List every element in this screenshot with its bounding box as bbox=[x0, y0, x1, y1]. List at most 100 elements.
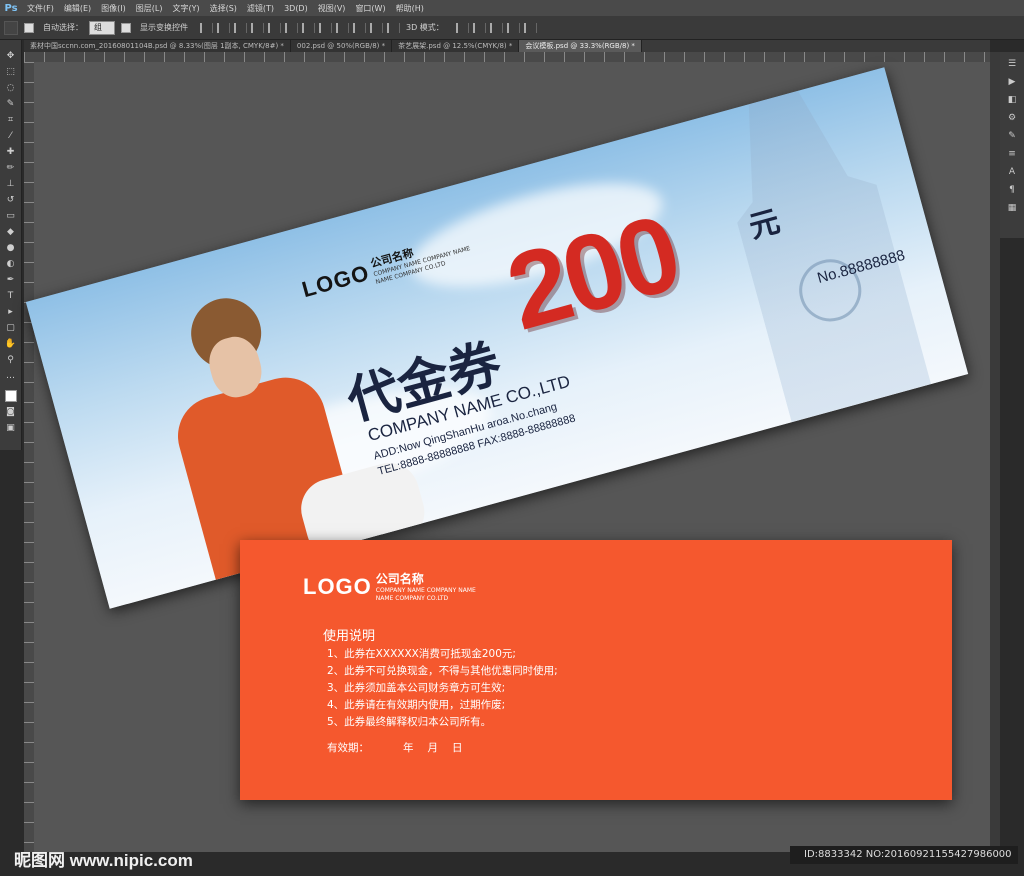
collapsed-panels: ☰ ▶ ◧ ⚙ ✎ ≡ A ¶ ▦ bbox=[1000, 52, 1024, 238]
watermark: 昵图网 www.nipic.com bbox=[14, 851, 193, 870]
quick-select-tool-icon[interactable]: ✎ bbox=[5, 98, 17, 110]
image-id-bar: ID:8833342 NO:20160921155427986000 bbox=[790, 846, 1018, 864]
validity-year: 年 bbox=[403, 742, 414, 754]
brush-panel-icon[interactable]: ✎ bbox=[1006, 130, 1018, 142]
tab-document-4[interactable]: 会议模板.psd @ 33.3%(RGB/8) * bbox=[519, 40, 642, 52]
menu-edit[interactable]: 编辑(E) bbox=[59, 3, 96, 14]
show-transform-label: 显示变换控件 bbox=[140, 23, 188, 32]
list-item: 1、此券在XXXXXX消费可抵现金200元; bbox=[327, 648, 516, 660]
validity-row: 有效期： 年 月 日 bbox=[327, 740, 463, 755]
move-tool-preset-icon[interactable] bbox=[4, 20, 18, 35]
path-select-tool-icon[interactable]: ▸ bbox=[5, 306, 17, 318]
align-vcenter-icon[interactable] bbox=[217, 22, 230, 33]
tab-document-1[interactable]: 素材中国sccnn.com_20160801104B.psd @ 8.33%(图… bbox=[24, 40, 291, 52]
mode-3d-label: 3D 模式： bbox=[406, 23, 444, 32]
properties-panel-icon[interactable]: ≡ bbox=[1006, 148, 1018, 160]
eyedropper-tool-icon[interactable]: ⁄ bbox=[5, 130, 17, 142]
menu-3d[interactable]: 3D(D) bbox=[279, 4, 313, 13]
validity-label: 有效期： bbox=[327, 742, 369, 754]
blur-tool-icon[interactable]: ● bbox=[5, 242, 17, 254]
quick-mask-icon[interactable]: ◙ bbox=[5, 406, 17, 418]
menu-select[interactable]: 选择(S) bbox=[205, 3, 242, 14]
menu-help[interactable]: 帮助(H) bbox=[391, 3, 429, 14]
align-top-icon[interactable] bbox=[200, 22, 213, 33]
character-panel-icon[interactable]: A bbox=[1006, 166, 1018, 178]
photoshop-logo-icon: Ps bbox=[4, 2, 18, 14]
distribute-top-icon[interactable] bbox=[302, 22, 315, 33]
stamp-tool-icon[interactable]: ⊥ bbox=[5, 178, 17, 190]
logo-text: LOGO bbox=[299, 259, 373, 303]
shape-tool-icon[interactable]: ▢ bbox=[5, 322, 17, 334]
crop-tool-icon[interactable]: ⌗ bbox=[5, 114, 17, 126]
actions-panel-icon[interactable]: ▶ bbox=[1006, 76, 1018, 88]
dodge-tool-icon[interactable]: ◐ bbox=[5, 258, 17, 270]
show-transform-checkbox[interactable] bbox=[121, 22, 131, 33]
menu-layer[interactable]: 图层(L) bbox=[131, 3, 168, 14]
instructions-list: 1、此券在XXXXXX消费可抵现金200元; 2、此券不可兑换现金，不得与其他优… bbox=[327, 646, 558, 731]
tab-document-3[interactable]: 茶艺展架.psd @ 12.5%(CMYK/8) * bbox=[392, 40, 520, 52]
align-left-icon[interactable] bbox=[251, 22, 264, 33]
validity-month: 月 bbox=[427, 742, 439, 754]
tab-document-2[interactable]: 002.psd @ 50%(RGB/8) * bbox=[290, 40, 393, 52]
slide-3d-icon[interactable] bbox=[506, 22, 520, 33]
move-tool-icon[interactable]: ✥ bbox=[5, 50, 17, 62]
vertical-scrollbar[interactable] bbox=[990, 52, 1000, 852]
type-tool-icon[interactable]: T bbox=[5, 290, 17, 302]
roll-3d-icon[interactable] bbox=[472, 22, 486, 33]
back-logo: LOGO 公司名称 COMPANY NAME COMPANY NAME NAME… bbox=[303, 570, 476, 603]
color-panel-icon[interactable]: ◧ bbox=[1006, 94, 1018, 106]
healing-tool-icon[interactable]: ✚ bbox=[5, 146, 17, 158]
company-name-cn: 公司名称 bbox=[375, 572, 424, 586]
marquee-tool-icon[interactable]: ⬚ bbox=[5, 66, 17, 78]
distribute-hcenter-icon[interactable] bbox=[370, 22, 383, 33]
document-tabs: 素材中国sccnn.com_20160801104B.psd @ 8.33%(图… bbox=[24, 40, 990, 52]
menu-image[interactable]: 图像(I) bbox=[96, 3, 131, 14]
mode-3d-buttons bbox=[455, 22, 537, 33]
logo-text: LOGO bbox=[303, 573, 372, 599]
menu-file[interactable]: 文件(F) bbox=[22, 3, 59, 14]
lasso-tool-icon[interactable]: ◌ bbox=[5, 82, 17, 94]
more-tools-icon[interactable]: … bbox=[5, 370, 17, 382]
instructions-title: 使用说明 bbox=[323, 629, 376, 644]
paragraph-panel-icon[interactable]: ¶ bbox=[1006, 184, 1018, 196]
pan-3d-icon[interactable] bbox=[489, 22, 503, 33]
adjustments-panel-icon[interactable]: ⚙ bbox=[1006, 112, 1018, 124]
auto-select-dropdown[interactable]: 组 bbox=[89, 20, 115, 35]
tools-panel: ✥ ⬚ ◌ ✎ ⌗ ⁄ ✚ ✏ ⊥ ↺ ▭ ◆ ● ◐ ✒ T ▸ ▢ ✋ ⚲ … bbox=[0, 40, 22, 450]
distribute-vcenter-icon[interactable] bbox=[319, 22, 332, 33]
voucher-back: LOGO 公司名称 COMPANY NAME COMPANY NAME NAME… bbox=[240, 540, 952, 800]
foreground-color-swatch[interactable] bbox=[4, 390, 17, 402]
list-item: 3、此券须加盖本公司财务章方可生效; bbox=[327, 682, 506, 694]
vertical-ruler bbox=[24, 62, 34, 852]
distribute-bottom-icon[interactable] bbox=[336, 22, 349, 33]
history-panel-icon[interactable]: ☰ bbox=[1006, 58, 1018, 70]
scale-3d-icon[interactable] bbox=[523, 22, 537, 33]
auto-select-label: 自动选择： bbox=[43, 23, 83, 32]
hand-tool-icon[interactable]: ✋ bbox=[5, 338, 17, 350]
distribute-right-icon[interactable] bbox=[387, 22, 400, 33]
history-brush-tool-icon[interactable]: ↺ bbox=[5, 194, 17, 206]
menu-filter[interactable]: 滤镜(T) bbox=[242, 3, 279, 14]
3d-panel-icon[interactable]: ▦ bbox=[1006, 202, 1018, 214]
list-item: 4、此券请在有效期内使用，过期作废; bbox=[327, 699, 506, 711]
zoom-tool-icon[interactable]: ⚲ bbox=[5, 354, 17, 366]
pen-tool-icon[interactable]: ✒ bbox=[5, 274, 17, 286]
menu-view[interactable]: 视图(V) bbox=[313, 3, 351, 14]
list-item: 2、此券不可兑换现金，不得与其他优惠同时使用; bbox=[327, 665, 558, 677]
menu-window[interactable]: 窗口(W) bbox=[350, 3, 390, 14]
align-buttons bbox=[200, 22, 400, 33]
align-bottom-icon[interactable] bbox=[234, 22, 247, 33]
screen-mode-icon[interactable]: ▣ bbox=[5, 422, 17, 434]
eraser-tool-icon[interactable]: ▭ bbox=[5, 210, 17, 222]
auto-select-checkbox[interactable] bbox=[24, 22, 34, 33]
brush-tool-icon[interactable]: ✏ bbox=[5, 162, 17, 174]
menu-type[interactable]: 文字(Y) bbox=[167, 3, 204, 14]
options-bar: 自动选择： 组 显示变换控件 3D 模式： bbox=[0, 16, 1024, 40]
align-hcenter-icon[interactable] bbox=[268, 22, 281, 33]
rotate-3d-icon[interactable] bbox=[455, 22, 469, 33]
distribute-left-icon[interactable] bbox=[353, 22, 366, 33]
list-item: 5、此券最终解释权归本公司所有。 bbox=[327, 716, 492, 728]
align-right-icon[interactable] bbox=[285, 22, 298, 33]
validity-day: 日 bbox=[452, 742, 463, 754]
paint-bucket-tool-icon[interactable]: ◆ bbox=[5, 226, 17, 238]
